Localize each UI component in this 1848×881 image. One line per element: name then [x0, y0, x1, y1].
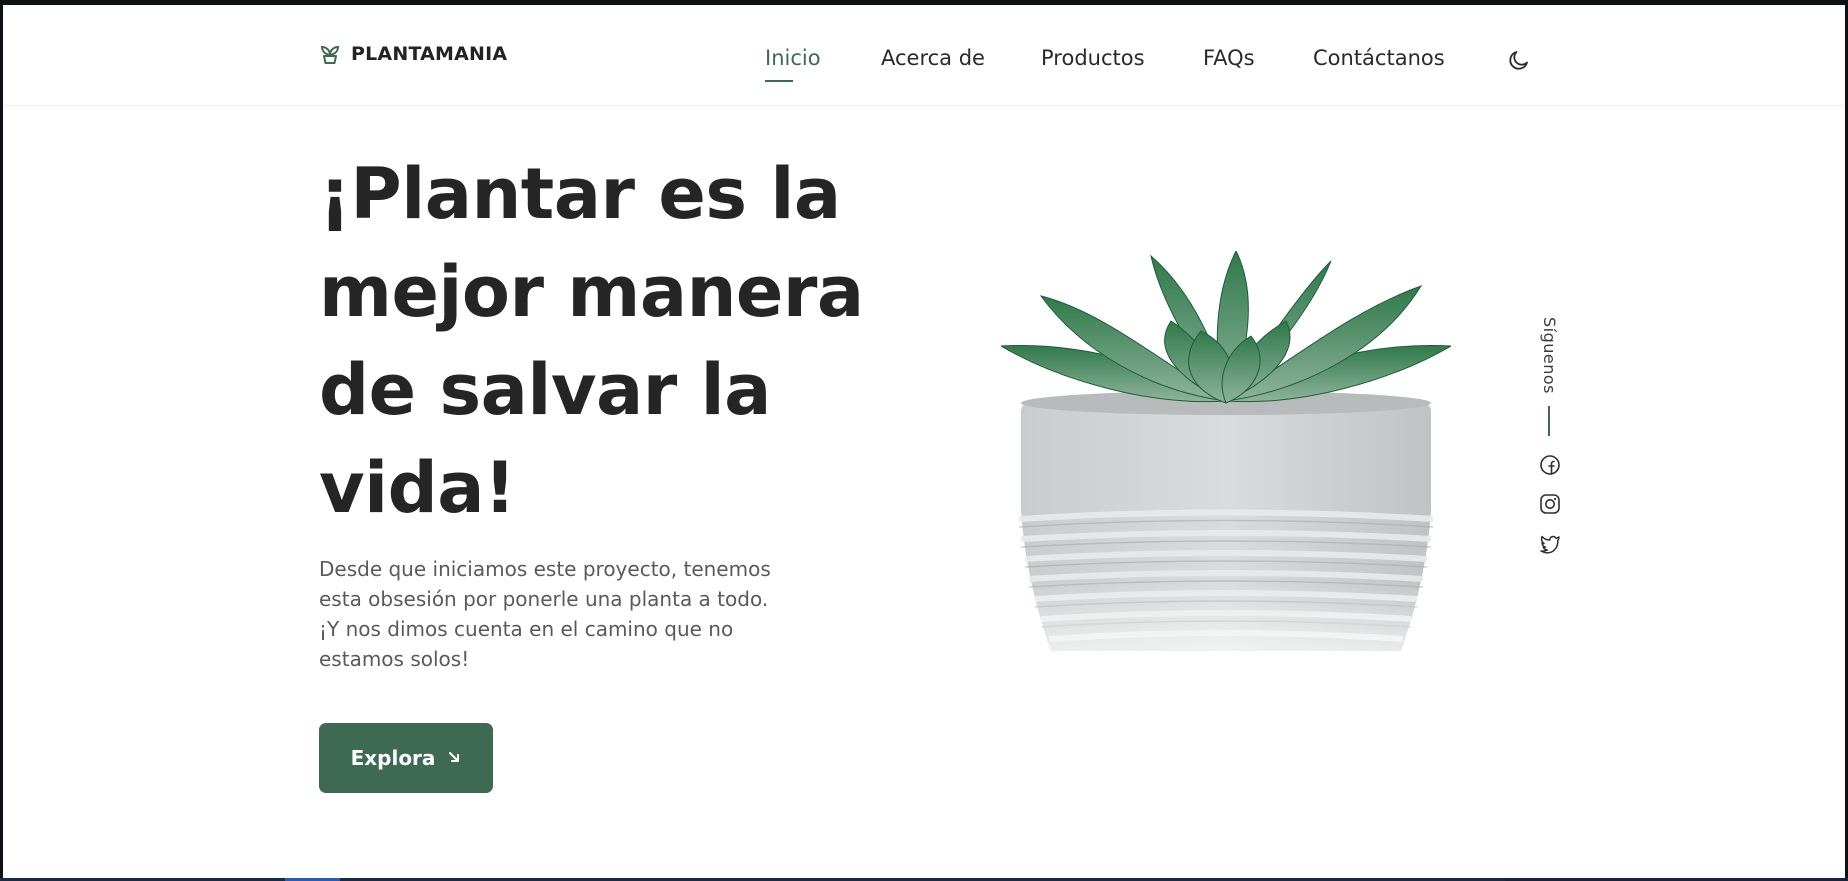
nav-item-productos[interactable]: Productos: [1041, 46, 1145, 70]
social-label: Síguenos: [1540, 317, 1559, 395]
nav-item-contactanos[interactable]: Contáctanos: [1313, 46, 1445, 70]
succulent-pot-image: [999, 249, 1453, 691]
instagram-icon[interactable]: [1539, 493, 1561, 515]
main-nav: Inicio Acerca de Productos FAQs Contácta…: [3, 46, 1845, 86]
hero-title: ¡Plantar es la mejor manera de salvar la…: [319, 153, 864, 529]
twitter-icon[interactable]: [1539, 532, 1561, 554]
hero-description: Desde que iniciamos este proyecto, tenem…: [319, 557, 771, 671]
nav-item-inicio[interactable]: Inicio: [765, 46, 821, 70]
moon-icon[interactable]: [1507, 48, 1531, 72]
explora-button[interactable]: Explora: [319, 723, 493, 793]
nav-item-faqs[interactable]: FAQs: [1203, 46, 1255, 70]
facebook-icon[interactable]: [1539, 454, 1561, 476]
social-divider: [1548, 406, 1550, 436]
explora-button-label: Explora: [350, 746, 436, 770]
arrow-down-right-icon: [447, 749, 461, 768]
active-nav-indicator: [765, 80, 793, 82]
site-header: PLANTAMANIA Inicio Acerca de Productos F…: [3, 5, 1845, 106]
nav-item-acerca-de[interactable]: Acerca de: [881, 46, 985, 70]
browser-viewport: PLANTAMANIA Inicio Acerca de Productos F…: [3, 5, 1845, 878]
